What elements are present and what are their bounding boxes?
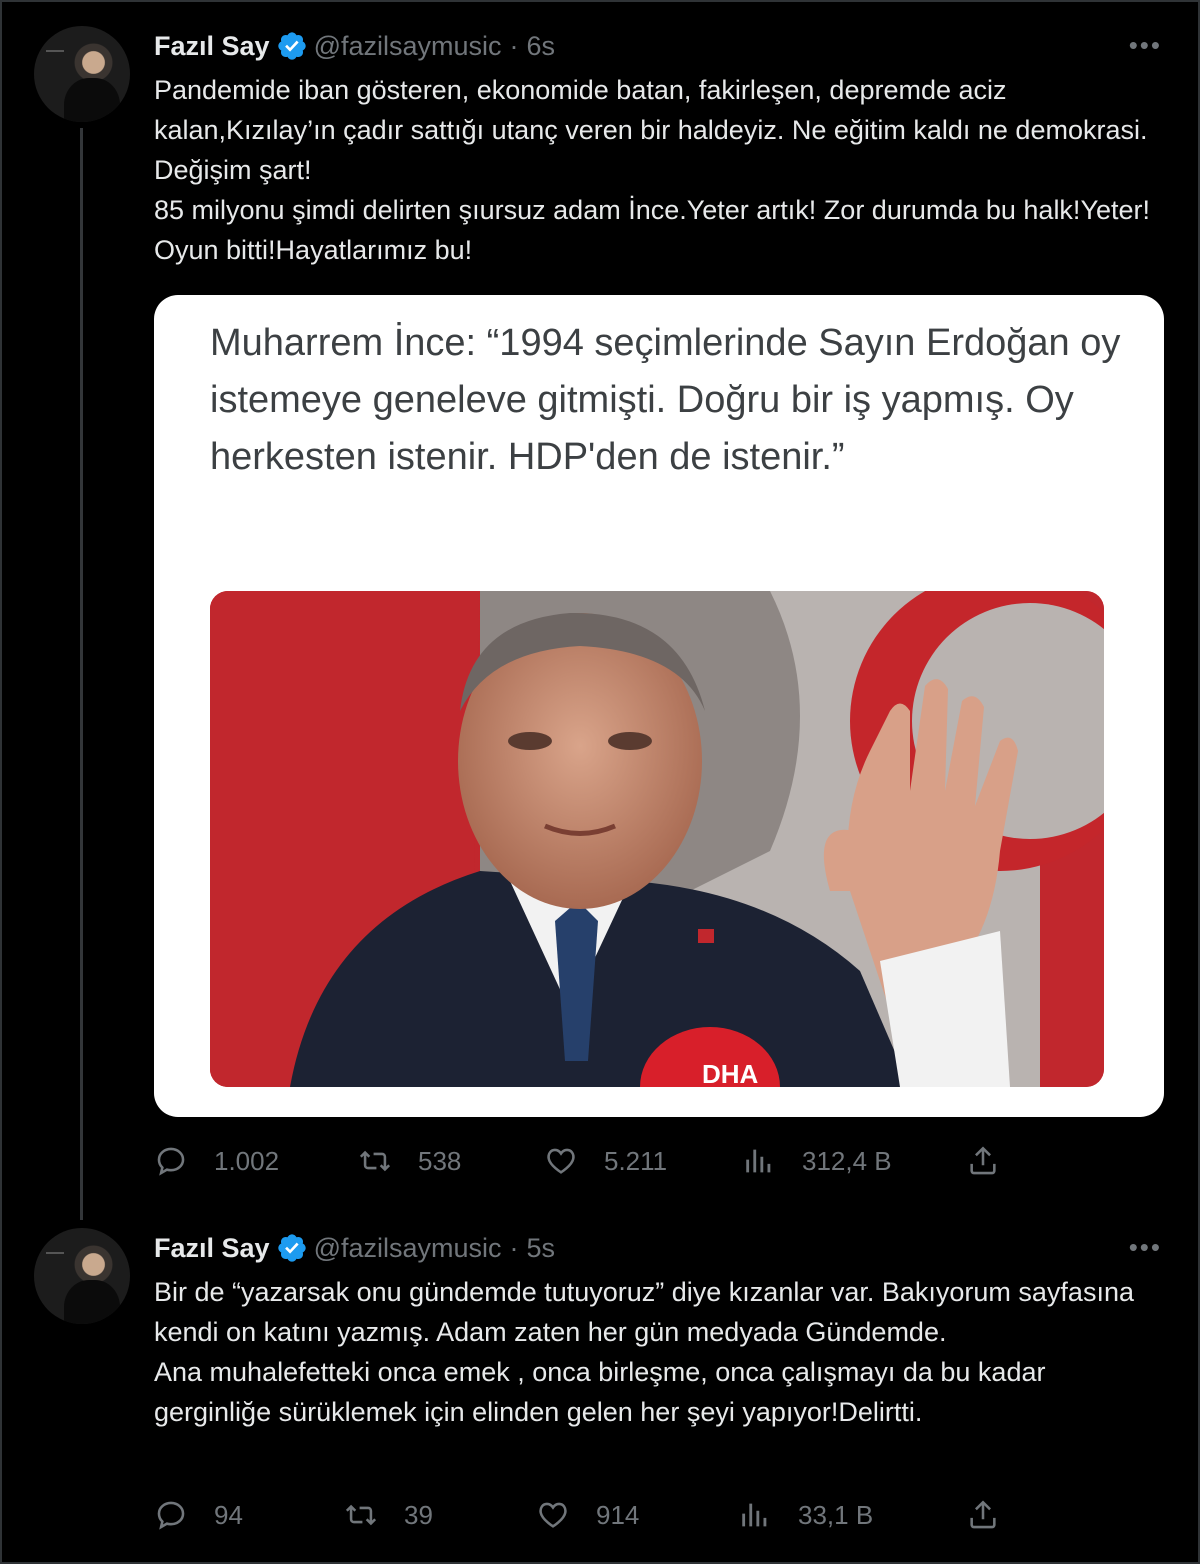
mic-logo-text: DHA	[702, 1059, 759, 1087]
timestamp[interactable]: 5s	[527, 1233, 556, 1264]
media-card[interactable]: Muharrem İnce: “1994 seçimlerinde Sayın …	[154, 295, 1164, 1117]
more-icon[interactable]: •••	[1129, 1232, 1162, 1263]
tweet-text-paragraph: Ana muhalefetteki onca emek , onca birle…	[154, 1357, 1046, 1427]
tweet-text-paragraph: Bir de “yazarsak onu gündemde tutuyoruz”…	[154, 1277, 1134, 1347]
reply-icon	[157, 1501, 185, 1530]
action-bar: 94 39 914 33,1 B	[154, 1498, 1154, 1538]
reply-count: 1.002	[214, 1145, 280, 1176]
retweet-icon	[345, 1504, 377, 1526]
thread-connector-line	[80, 128, 83, 1220]
verified-badge-icon	[277, 32, 306, 60]
author-name[interactable]: Fazıl Say	[154, 31, 270, 62]
tweet-header: Fazıl Say @fazilsaymusic · 5s	[154, 1230, 555, 1266]
retweet-button[interactable]: 39	[344, 1498, 433, 1532]
quote-text: Muharrem İnce: “1994 seçimlerinde Sayın …	[210, 322, 1121, 478]
views-button[interactable]: 33,1 B	[738, 1498, 873, 1532]
views-icon	[742, 1503, 767, 1527]
author-name[interactable]: Fazıl Say	[154, 1233, 270, 1264]
like-count: 914	[596, 1499, 640, 1530]
share-icon	[970, 1146, 996, 1175]
like-button[interactable]: 914	[536, 1498, 639, 1532]
verified-badge-icon	[277, 1234, 306, 1262]
reply-count: 94	[214, 1499, 243, 1530]
retweet-count: 39	[404, 1499, 433, 1530]
views-icon	[746, 1149, 771, 1173]
separator-dot: ·	[509, 1232, 519, 1263]
tweet-text: Pandemide iban gösteren, ekonomide batan…	[154, 70, 1154, 270]
tweet-text-paragraph: 85 milyonu şimdi delirten şıursuz adam İ…	[154, 195, 1150, 265]
like-icon	[547, 1148, 575, 1174]
author-handle[interactable]: @fazilsaymusic	[314, 31, 502, 62]
news-photo[interactable]: DHA	[210, 591, 1104, 1087]
tweet-header: Fazıl Say @fazilsaymusic · 6s	[154, 28, 555, 64]
share-button[interactable]	[966, 1144, 1000, 1183]
reply-icon	[157, 1147, 185, 1176]
avatar[interactable]	[34, 1228, 130, 1324]
retweet-icon	[359, 1150, 391, 1172]
like-count: 5.211	[604, 1145, 668, 1176]
author-handle[interactable]: @fazilsaymusic	[314, 1233, 502, 1264]
tweet-text: Bir de “yazarsak onu gündemde tutuyoruz”…	[154, 1272, 1154, 1432]
more-icon[interactable]: •••	[1129, 30, 1162, 61]
retweet-count: 538	[418, 1145, 462, 1176]
share-button[interactable]	[966, 1498, 1000, 1537]
separator-dot: ·	[509, 30, 519, 61]
views-button[interactable]: 312,4 B	[742, 1144, 892, 1178]
views-count: 312,4 B	[802, 1145, 892, 1176]
politician-photo-illustration: DHA	[210, 591, 1104, 1087]
views-count: 33,1 B	[798, 1499, 874, 1530]
like-icon	[539, 1502, 567, 1528]
tweet-text-paragraph: Pandemide iban gösteren, ekonomide batan…	[154, 75, 1148, 185]
action-bar: 1.002 538 5.211 312,4 B	[154, 1144, 1154, 1184]
avatar[interactable]	[34, 26, 130, 122]
retweet-button[interactable]: 538	[358, 1144, 461, 1178]
reply-button[interactable]: 1.002	[154, 1144, 279, 1178]
share-icon	[970, 1500, 996, 1529]
like-button[interactable]: 5.211	[544, 1144, 667, 1178]
timestamp[interactable]: 6s	[527, 31, 556, 62]
reply-button[interactable]: 94	[154, 1498, 243, 1532]
